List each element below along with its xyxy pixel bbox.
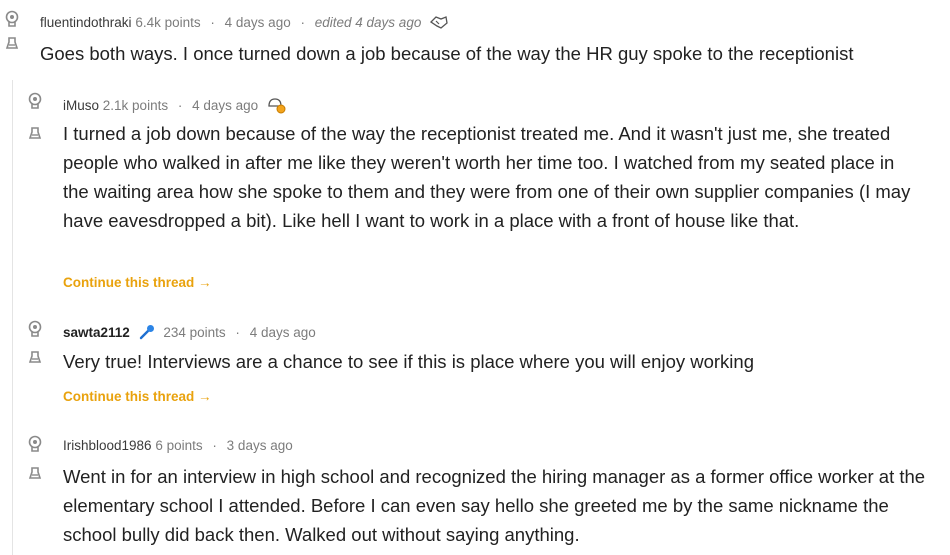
separator-dot: ·	[212, 438, 217, 453]
username-link[interactable]: iMuso	[63, 98, 99, 113]
separator-dot: ·	[300, 15, 305, 31]
upvote-lightbulb-icon[interactable]	[26, 320, 46, 340]
downvote-lightbulb-icon[interactable]	[26, 348, 46, 368]
comment-body: Goes both ways. I once turned down a job…	[40, 43, 854, 64]
timestamp: 4 days ago	[192, 98, 259, 114]
comment-meta: iMuso 2.1k points · 4 days ago	[63, 96, 286, 117]
points: 6.4k points	[135, 15, 201, 31]
downvote-lightbulb-icon[interactable]	[3, 34, 23, 54]
separator-dot: ·	[177, 98, 183, 114]
points: 6 points	[155, 438, 203, 453]
comment-meta: sawta2112 234 points · 4 days ago	[63, 323, 316, 344]
microphone-icon	[138, 323, 156, 344]
wholesome-award-icon	[266, 96, 286, 117]
points: 234 points	[163, 325, 226, 341]
edited-timestamp: edited 4 days ago	[314, 15, 422, 31]
comment-meta: Irishblood1986 6 points · 3 days ago	[63, 438, 293, 453]
upvote-lightbulb-icon[interactable]	[26, 92, 46, 112]
comment-body: Went in for an interview in high school …	[63, 466, 926, 545]
timestamp: 4 days ago	[224, 15, 291, 31]
username-link[interactable]: Irishblood1986	[63, 438, 152, 453]
timestamp: 4 days ago	[249, 325, 316, 341]
points: 2.1k points	[102, 98, 169, 114]
thread-line[interactable]	[12, 80, 13, 555]
timestamp: 3 days ago	[226, 438, 293, 453]
username-link[interactable]: sawta2112	[63, 325, 130, 340]
downvote-lightbulb-icon[interactable]	[26, 124, 46, 144]
separator-dot: ·	[210, 15, 215, 31]
upvote-lightbulb-icon[interactable]	[3, 10, 23, 30]
upvote-lightbulb-icon[interactable]	[26, 435, 46, 455]
comment-body: Very true! Interviews are a chance to se…	[63, 351, 754, 372]
comment-meta: fluentindothraki 6.4k points · 4 days ag…	[40, 14, 449, 33]
comment-body: I turned a job down because of the way t…	[63, 123, 911, 231]
username-link[interactable]: fluentindothraki	[40, 15, 132, 30]
downvote-lightbulb-icon[interactable]	[26, 464, 46, 484]
continue-thread-link[interactable]: Continue this thread →	[63, 389, 212, 404]
separator-dot: ·	[235, 325, 240, 341]
continue-thread-link[interactable]: Continue this thread →	[63, 275, 212, 290]
handshake-award-icon	[429, 14, 449, 33]
